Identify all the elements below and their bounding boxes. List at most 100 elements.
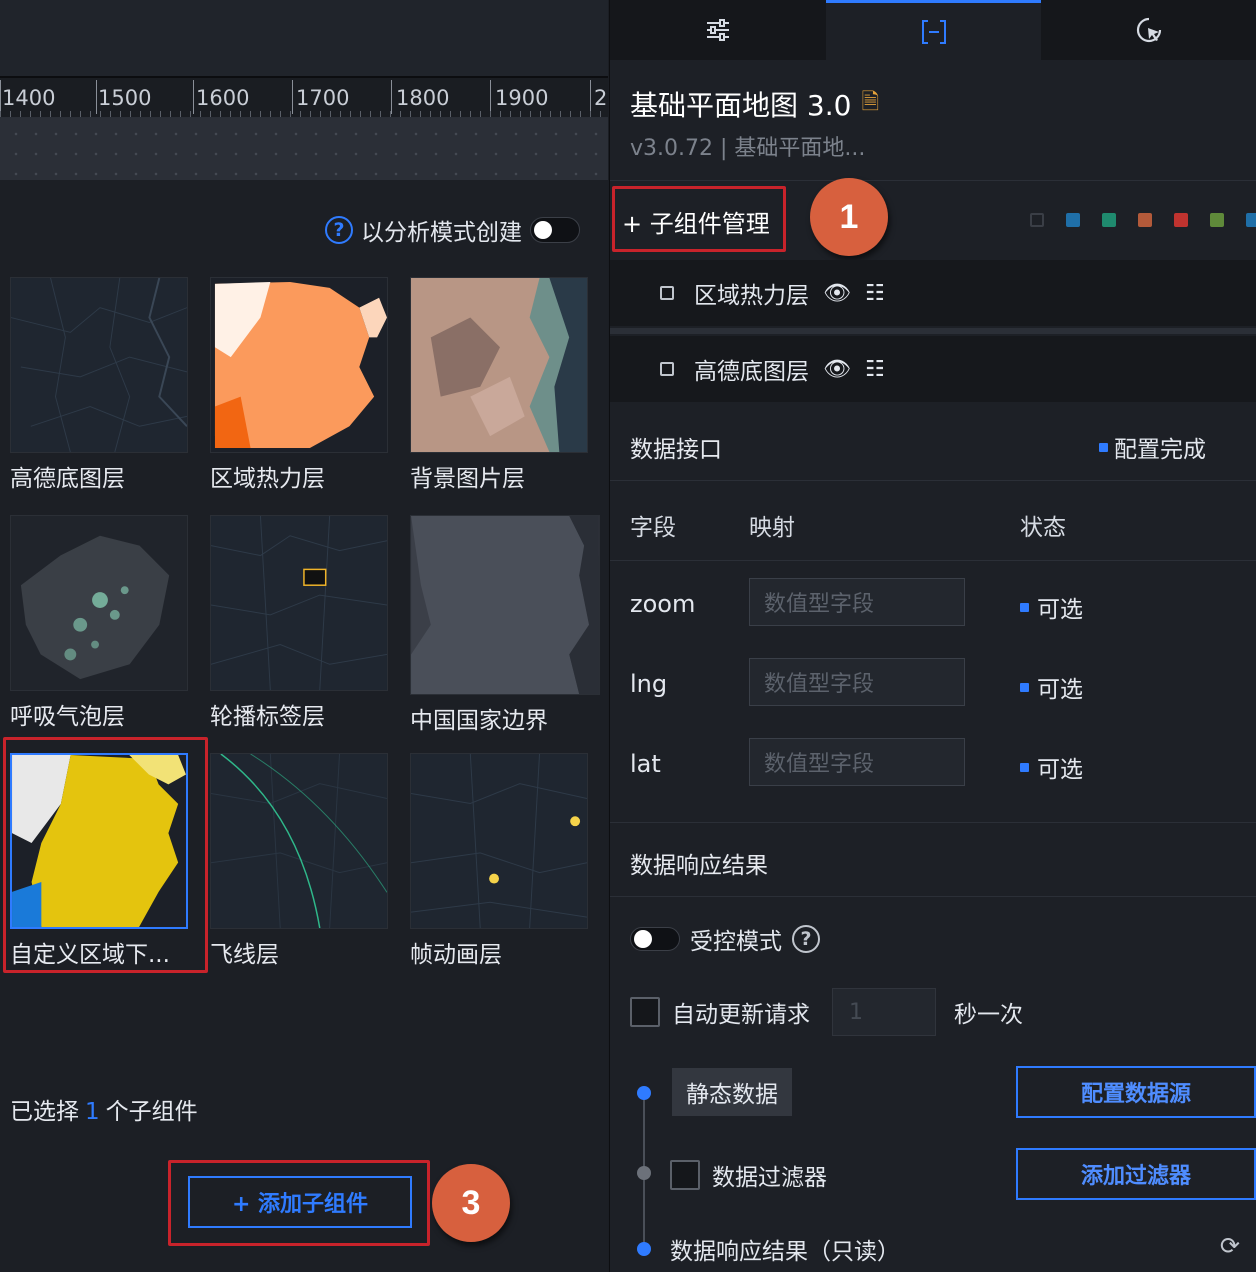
canvas-grid[interactable] (0, 118, 608, 180)
color-swatch[interactable] (1138, 213, 1152, 227)
ruler-minor-tick (230, 111, 231, 117)
tile-label: 中国国家边界 (410, 708, 548, 734)
ruler-minor-tick (300, 111, 301, 117)
ruler-tick (391, 80, 392, 114)
ruler-minor-tick (500, 111, 501, 117)
mapping-input-lng[interactable]: 数值型字段 (749, 658, 965, 706)
refresh-icon[interactable]: ⟳ (1220, 1232, 1240, 1260)
selected-count: 1 (85, 1099, 100, 1125)
ruler-minor-tick (420, 111, 421, 117)
ruler-label: 1700 (296, 86, 350, 110)
config-datasource-button[interactable]: 配置数据源 (1016, 1066, 1256, 1118)
component-library-panel: 1400 1500 1600 1700 1800 1900 2 ? 以分析模式创… (0, 0, 608, 1272)
auto-update-row: 自动更新请求 1 秒一次 (630, 988, 1023, 1036)
ruler-minor-tick (430, 111, 431, 117)
controlled-mode-toggle[interactable] (630, 927, 680, 951)
status-dot (1020, 762, 1029, 772)
layer-settings-icon[interactable]: ☷ (865, 357, 885, 382)
ruler-minor-tick (140, 111, 141, 117)
tile-frame-animation-layer[interactable]: 帧动画层 (410, 753, 590, 969)
question-circle-icon[interactable]: ? (792, 925, 820, 953)
ruler-minor-tick (40, 111, 41, 117)
layer-row-region-heat[interactable]: 区域热力层 👁 ☷ (610, 260, 1256, 326)
mapping-input-zoom[interactable]: 数值型字段 (749, 578, 965, 626)
bubble-thumbnail (11, 516, 187, 690)
step-marker-3: 3 (432, 1164, 510, 1242)
ruler-minor-tick (590, 111, 591, 117)
border-thumbnail (411, 516, 599, 694)
tile-amap-base-layer[interactable]: 高德底图层 (10, 277, 190, 493)
add-filter-button[interactable]: 添加过滤器 (1016, 1148, 1256, 1200)
layer-settings-icon[interactable]: ☷ (865, 281, 885, 306)
ruler-minor-tick (390, 111, 391, 117)
tile-breathing-bubble-layer[interactable]: 呼吸气泡层 (10, 515, 190, 731)
static-data-tag[interactable]: 静态数据 (672, 1068, 792, 1116)
mapping-input-lat[interactable]: 数值型字段 (749, 738, 965, 786)
auto-interval-input[interactable]: 1 (832, 988, 936, 1036)
color-swatch[interactable] (1174, 213, 1188, 227)
data-filter-checkbox[interactable] (670, 1160, 700, 1190)
eye-icon[interactable]: 👁 (823, 357, 851, 382)
color-swatch[interactable] (1246, 213, 1256, 227)
ruler-minor-tick (270, 111, 271, 117)
toggle-knob (634, 930, 652, 948)
layer-row-amap-base[interactable]: 高德底图层 👁 ☷ (610, 336, 1256, 402)
tile-china-border[interactable]: 中国国家边界 (410, 515, 600, 735)
status-lng: 可选 (1020, 670, 1083, 704)
tile-label: 轮播标签层 (210, 704, 325, 730)
color-swatch[interactable] (1030, 213, 1044, 227)
tile-background-image-layer[interactable]: 背景图片层 (410, 277, 590, 493)
step-marker-1: 1 (810, 178, 888, 256)
ruler-minor-tick (80, 111, 81, 117)
ruler-minor-tick (260, 111, 261, 117)
tile-flyline-layer[interactable]: 飞线层 (210, 753, 390, 969)
ruler-label: 1900 (495, 86, 549, 110)
ruler-minor-tick (130, 111, 131, 117)
toggle-knob (534, 221, 552, 239)
controlled-mode-label: 受控模式 (690, 929, 782, 955)
status-text: 可选 (1037, 757, 1083, 783)
tab-style-settings[interactable] (610, 0, 826, 60)
tab-data-settings[interactable] (825, 0, 1042, 60)
component-title: 基础平面地图 3.0 🗎 (630, 84, 879, 124)
ruler-minor-tick (280, 111, 281, 117)
ruler-minor-tick (350, 111, 351, 117)
tile-region-heat-layer[interactable]: 区域热力层 (210, 277, 390, 493)
layer-checkbox[interactable] (660, 286, 674, 300)
selected-prefix: 已选择 (10, 1099, 79, 1125)
interaction-icon (1137, 17, 1162, 43)
analysis-mode-row: ? 以分析模式创建 (325, 213, 580, 247)
analysis-mode-toggle[interactable] (530, 217, 580, 243)
ruler-minor-tick (70, 111, 71, 117)
color-swatch[interactable] (1210, 213, 1224, 227)
document-icon[interactable]: 🗎 (861, 85, 879, 123)
divider (610, 896, 1256, 897)
highlight-step-2 (3, 737, 208, 973)
add-subcomponent-button[interactable]: + 添加子组件 (188, 1176, 412, 1228)
ruler-minor-tick (310, 111, 311, 117)
subcomponent-manager-toggle[interactable]: + 子组件管理 (622, 204, 770, 239)
layer-checkbox[interactable] (660, 362, 674, 376)
question-circle-icon[interactable]: ? (325, 216, 353, 244)
color-swatch[interactable] (1102, 213, 1116, 227)
auto-update-checkbox[interactable] (630, 997, 660, 1027)
divider (610, 560, 1256, 561)
divider (610, 180, 1256, 181)
controlled-mode-row: 受控模式 ? (630, 922, 820, 956)
ruler-minor-tick (570, 111, 571, 117)
dark-map-thumbnail (11, 278, 187, 452)
flow-dot-active (637, 1086, 651, 1100)
color-swatch[interactable] (1066, 213, 1080, 227)
bracket-frame-icon (921, 19, 946, 44)
tile-carousel-label-layer[interactable]: 轮播标签层 (210, 515, 390, 731)
ruler-minor-tick (160, 111, 161, 117)
tab-interaction-settings[interactable] (1041, 0, 1256, 60)
tile-thumbnail (10, 277, 188, 453)
tile-label: 区域热力层 (210, 466, 325, 492)
ruler-minor-tick (480, 111, 481, 117)
auto-interval-suffix: 秒一次 (954, 1002, 1023, 1028)
ruler-minor-tick (330, 111, 331, 117)
ruler-minor-tick (440, 111, 441, 117)
eye-icon[interactable]: 👁 (823, 281, 851, 306)
ruler-minor-tick (540, 111, 541, 117)
